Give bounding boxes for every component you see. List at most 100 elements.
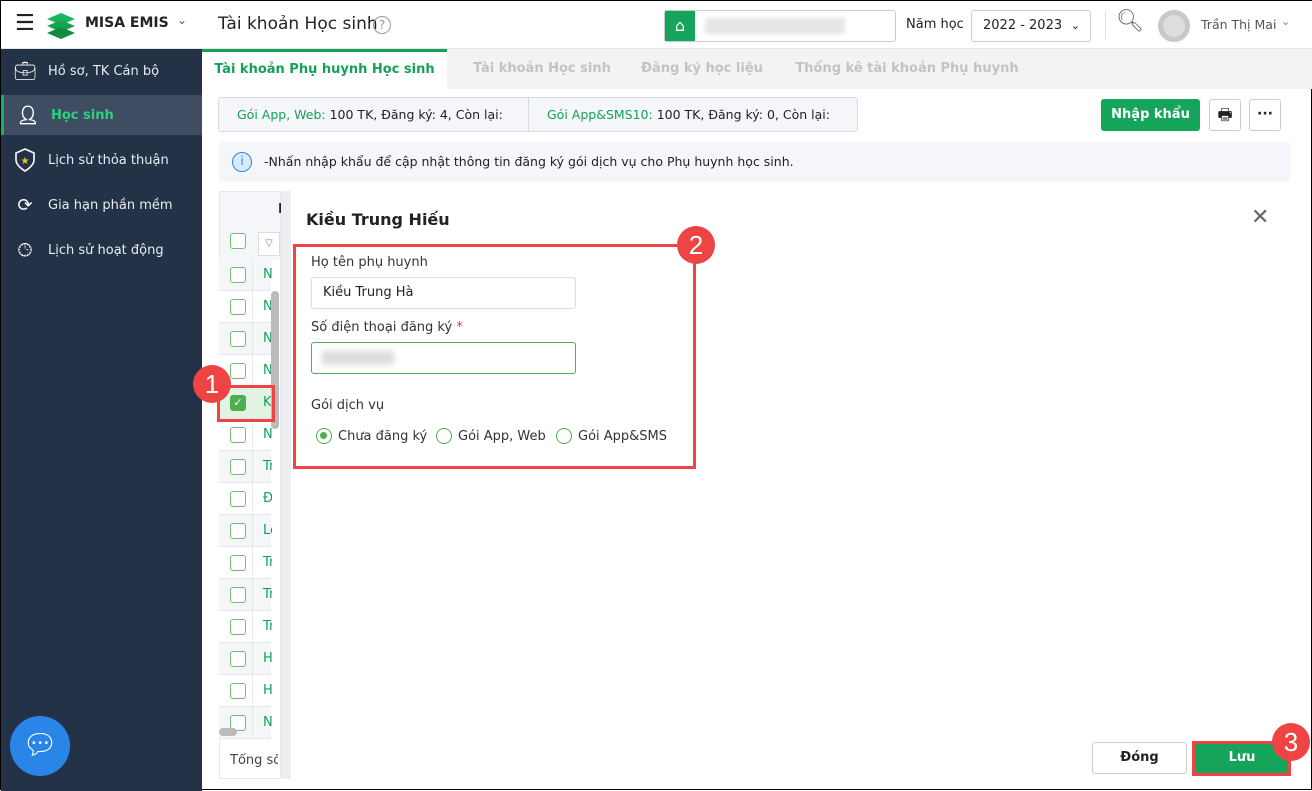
table-row[interactable]: Lê xyxy=(219,515,272,547)
table-row[interactable]: Tr xyxy=(219,611,272,643)
student-name-cell[interactable]: N xyxy=(252,419,272,451)
student-name-cell[interactable]: N xyxy=(252,291,272,323)
sidebar: 💼︎ Hồ sơ, TK Cán bộ 👤︎ Học sinh ★ Lịch sử t… xyxy=(1,49,202,791)
sidebar-item-label: Gia hạn phần mềm xyxy=(48,197,173,213)
import-button[interactable]: Nhập khẩu xyxy=(1101,99,1200,131)
year-label: Năm học xyxy=(906,17,964,32)
student-name-cell[interactable]: H xyxy=(252,675,272,707)
student-name-cell[interactable]: Lê xyxy=(252,515,272,547)
briefcase-icon: 💼︎ xyxy=(13,60,37,82)
sidebar-item-label: Hồ sơ, TK Cán bộ xyxy=(48,63,160,79)
info-icon: i xyxy=(232,152,252,172)
tab-bar: Tài khoản Phụ huynh Học sinh Tài khoản H… xyxy=(202,49,1312,89)
student-name-cell[interactable]: N xyxy=(252,323,272,355)
tab-statistics[interactable]: Thống kê tài khoản Phụ huynh xyxy=(792,49,1022,89)
filter-icon[interactable]: ▽ xyxy=(258,232,280,256)
info-banner: i -Nhấn nhập khẩu để cập nhật thông tin … xyxy=(219,142,1291,182)
table-row[interactable]: N xyxy=(219,323,272,355)
row-checkbox[interactable] xyxy=(230,491,246,507)
tab-materials[interactable]: Đăng ký học liệu xyxy=(612,49,792,89)
row-checkbox[interactable] xyxy=(230,299,246,315)
sidebar-item-renew[interactable]: ⟳ Gia hạn phần mềm xyxy=(1,185,202,225)
table-row[interactable]: Đ xyxy=(219,483,272,515)
sidebar-item-label: Lịch sử thỏa thuận xyxy=(48,152,169,168)
row-checkbox[interactable] xyxy=(230,651,246,667)
row-checkbox[interactable] xyxy=(230,555,246,571)
horizontal-scrollbar[interactable] xyxy=(219,728,237,736)
student-name-cell[interactable]: Tr xyxy=(252,547,272,579)
misa-logo-icon xyxy=(47,13,75,39)
row-checkbox[interactable] xyxy=(230,523,246,539)
student-name-cell[interactable]: N xyxy=(252,707,272,739)
shield-star-icon: ★ xyxy=(12,147,38,173)
annotation-badge-1: 1 xyxy=(193,365,231,403)
row-checkbox[interactable] xyxy=(230,459,246,475)
row-checkbox[interactable] xyxy=(230,427,246,443)
student-name-cell[interactable]: Tr xyxy=(252,579,272,611)
student-icon: 👤︎ xyxy=(16,104,40,126)
avatar[interactable] xyxy=(1158,10,1190,42)
year-value: 2022 - 2023 xyxy=(983,18,1063,33)
annotation-box-2 xyxy=(293,244,696,469)
sidebar-item-staff[interactable]: 💼︎ Hồ sơ, TK Cán bộ xyxy=(1,51,202,91)
help-icon[interactable]: ? xyxy=(373,16,391,34)
year-select[interactable]: 2022 - 2023 ⌄ xyxy=(971,10,1091,42)
close-icon[interactable]: ✕ xyxy=(1251,205,1269,230)
student-name-cell[interactable]: Tr xyxy=(252,451,272,483)
tab-student-accounts[interactable]: Tài khoản Học sinh xyxy=(447,49,637,89)
drawer-title: Kiều Trung Hiếu xyxy=(306,210,450,229)
table-row[interactable]: N xyxy=(219,291,272,323)
row-checkbox[interactable] xyxy=(230,683,246,699)
school-name-blurred xyxy=(705,18,845,34)
more-icon: ··· xyxy=(1257,106,1273,122)
user-chevron-icon[interactable]: ⌄ xyxy=(1281,15,1290,28)
row-checkbox[interactable] xyxy=(230,267,246,283)
table-row[interactable]: N xyxy=(219,259,272,291)
print-button[interactable]: 🖶 xyxy=(1209,99,1241,131)
student-name-cell[interactable]: Tr xyxy=(252,611,272,643)
student-name-cell[interactable]: H xyxy=(252,643,272,675)
student-name-cell[interactable]: N xyxy=(252,259,272,291)
student-name-cell[interactable]: Đ xyxy=(252,483,272,515)
row-checkbox[interactable] xyxy=(230,331,246,347)
tab-parent-accounts[interactable]: Tài khoản Phụ huynh Học sinh xyxy=(202,49,447,89)
user-name[interactable]: Trần Thị Mai xyxy=(1201,17,1276,32)
search-analytics-icon[interactable]: 🔍︎ xyxy=(1116,9,1144,34)
sidebar-item-activity[interactable]: 🕒︎ Lịch sử hoạt động xyxy=(1,230,202,270)
table-row[interactable]: N xyxy=(219,419,272,451)
package-app-sms: Gói App&SMS10: 100 TK, Đăng ký: 0, Còn l… xyxy=(528,97,858,155)
drawer-shadow xyxy=(281,191,291,779)
brand-name: MISA EMIS xyxy=(85,15,169,31)
annotation-badge-3: 3 xyxy=(1272,723,1310,761)
table-row[interactable]: Tr xyxy=(219,579,272,611)
printer-icon: 🖶 xyxy=(1217,105,1233,124)
annotation-badge-2: 2 xyxy=(677,226,715,264)
table-row[interactable]: Tr xyxy=(219,547,272,579)
menu-icon[interactable]: ☰ xyxy=(15,13,35,35)
row-checkbox[interactable] xyxy=(230,619,246,635)
sidebar-item-label: Học sinh xyxy=(51,107,114,123)
table-row[interactable]: H xyxy=(219,675,272,707)
sidebar-item-students[interactable]: 👤︎ Học sinh xyxy=(1,95,202,135)
sidebar-item-agreements[interactable]: ★ Lịch sử thỏa thuận xyxy=(1,140,202,180)
student-name-cell[interactable]: N xyxy=(252,355,272,387)
info-text: -Nhấn nhập khẩu để cập nhật thông tin đă… xyxy=(264,154,794,169)
top-bar: ☰ MISA EMIS ⌄ Tài khoản Học sinh ? ⌂ Năm… xyxy=(1,1,1312,49)
table-footer-total: Tổng số xyxy=(230,753,278,768)
row-checkbox[interactable] xyxy=(230,363,246,379)
brand-chevron-icon[interactable]: ⌄ xyxy=(177,13,187,27)
close-button[interactable]: Đóng xyxy=(1092,742,1187,774)
svg-text:★: ★ xyxy=(21,156,30,167)
chat-button[interactable]: 💬︎ xyxy=(10,716,70,776)
renew-icon: ⟳ xyxy=(17,194,33,216)
more-button[interactable]: ··· xyxy=(1249,99,1281,131)
row-checkbox[interactable] xyxy=(230,587,246,603)
select-all-checkbox[interactable] xyxy=(230,233,246,249)
clock-icon: 🕒︎ xyxy=(17,239,33,261)
table-row[interactable]: Tr xyxy=(219,451,272,483)
table-row[interactable]: H xyxy=(219,643,272,675)
home-icon: ⌂ xyxy=(665,11,695,41)
school-selector[interactable]: ⌂ xyxy=(664,10,896,42)
package-app-web: Gói App, Web: 100 TK, Đăng ký: 4, Còn lạ… xyxy=(218,97,529,155)
page-title: Tài khoản Học sinh xyxy=(218,14,378,34)
